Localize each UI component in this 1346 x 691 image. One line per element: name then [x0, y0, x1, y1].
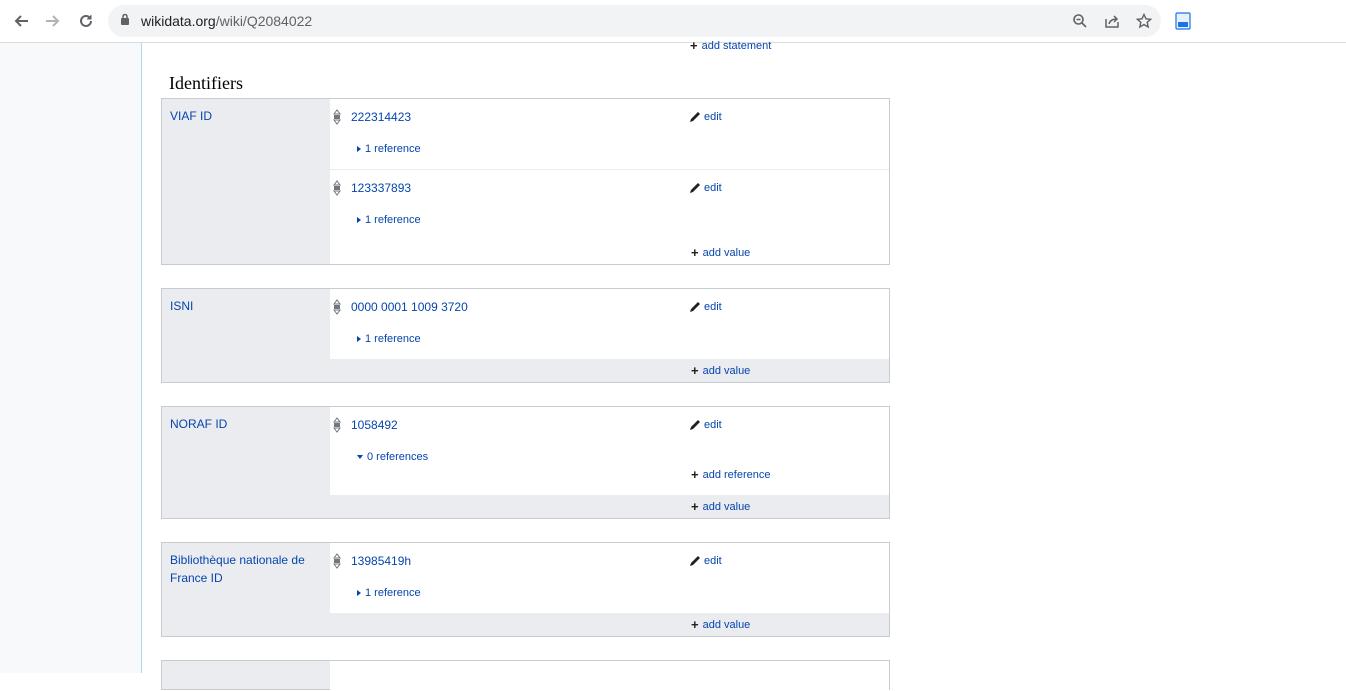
- pencil-icon: [690, 302, 700, 312]
- add-value-link[interactable]: + add value: [691, 499, 751, 514]
- references-toggle[interactable]: 1 reference: [357, 143, 421, 155]
- statement-group-isni: ISNI 0000 0001 1009 3720 edit 1 referenc…: [161, 288, 890, 383]
- add-value-label: add value: [702, 247, 751, 259]
- reload-button[interactable]: [73, 8, 99, 34]
- references-toggle[interactable]: 0 references: [357, 451, 428, 463]
- forward-button[interactable]: [40, 8, 66, 34]
- statement-list: 222314423 edit 1 reference 123337893 edi…: [330, 99, 889, 264]
- statement-group-next: [161, 660, 890, 691]
- pencil-icon: [690, 183, 700, 193]
- statement-value[interactable]: 13985419h: [351, 554, 411, 568]
- references-label: 1 reference: [365, 587, 421, 599]
- statement-list: 0000 0001 1009 3720 edit 1 reference: [330, 289, 889, 359]
- add-value-label: add value: [702, 619, 751, 631]
- url-path: /wiki/Q2084022: [215, 13, 313, 29]
- plus-icon: +: [691, 245, 699, 260]
- pencil-icon: [690, 556, 700, 566]
- statement-value[interactable]: 1058492: [351, 418, 398, 432]
- statement-value[interactable]: 222314423: [351, 110, 411, 124]
- pencil-icon: [690, 420, 700, 430]
- references-toggle[interactable]: 1 reference: [357, 587, 421, 599]
- reload-icon: [80, 14, 92, 27]
- edit-label: edit: [704, 181, 722, 194]
- add-statement-label: add statement: [701, 40, 772, 52]
- references-label: 1 reference: [365, 143, 421, 155]
- expand-triangle-icon: [357, 217, 361, 223]
- edit-link[interactable]: edit: [689, 110, 722, 123]
- main-content: + add statement Identifiers VIAF ID 2223…: [141, 38, 1346, 691]
- references-label: 1 reference: [365, 214, 421, 226]
- add-value-label: add value: [702, 501, 751, 513]
- add-statement-link[interactable]: + add statement: [690, 38, 772, 53]
- plus-icon: +: [691, 617, 699, 632]
- edit-link[interactable]: edit: [689, 554, 722, 567]
- url-text: wikidata.org/wiki/Q2084022: [141, 13, 312, 29]
- add-value-link[interactable]: + add value: [691, 617, 751, 632]
- share-icon[interactable]: [1103, 12, 1121, 30]
- statement: 1058492 edit 0 references + add reference: [330, 407, 889, 495]
- references-label: 0 references: [367, 451, 429, 463]
- property-label-noraf[interactable]: NORAF ID: [162, 407, 330, 441]
- statement: 0000 0001 1009 3720 edit 1 reference: [330, 289, 889, 359]
- address-bar[interactable]: wikidata.org/wiki/Q2084022: [108, 5, 1161, 37]
- plus-icon: +: [691, 467, 699, 482]
- lock-icon: [120, 13, 130, 31]
- add-reference-label: add reference: [702, 469, 771, 481]
- collapse-triangle-icon: [357, 455, 363, 459]
- statement-group-bnf: Bibliothèque nationale de France ID 1398…: [161, 542, 890, 637]
- pencil-icon: [690, 112, 700, 122]
- references-label: 1 reference: [365, 333, 421, 345]
- zoom-icon[interactable]: [1071, 12, 1089, 30]
- statement-list: 13985419h edit 1 reference: [330, 543, 889, 613]
- edit-link[interactable]: edit: [689, 300, 722, 313]
- plus-icon: +: [691, 499, 699, 514]
- expand-triangle-icon: [357, 146, 361, 152]
- statement-value[interactable]: 123337893: [351, 181, 411, 195]
- edit-link[interactable]: edit: [689, 418, 722, 431]
- browser-toolbar: wikidata.org/wiki/Q2084022: [0, 0, 1346, 43]
- url-host: wikidata.org: [141, 13, 216, 29]
- rank-icon[interactable]: [333, 417, 341, 438]
- add-value-link[interactable]: + add value: [691, 363, 751, 378]
- statement: 13985419h edit 1 reference: [330, 543, 889, 613]
- statement-value[interactable]: 0000 0001 1009 3720: [351, 300, 468, 314]
- statement-group-noraf: NORAF ID 1058492 edit 0 references + add …: [161, 406, 890, 519]
- plus-icon: +: [690, 38, 698, 53]
- statement-group-viaf: VIAF ID 222314423 edit 1 reference 12333…: [161, 98, 890, 265]
- rank-icon[interactable]: [333, 109, 341, 130]
- expand-triangle-icon: [357, 336, 361, 342]
- statement: 123337893 edit 1 reference: [330, 170, 889, 241]
- forward-arrow-icon: [46, 15, 60, 27]
- back-button[interactable]: [8, 8, 34, 34]
- property-label-isni[interactable]: ISNI: [162, 289, 330, 323]
- statement-list: [330, 661, 889, 691]
- rank-icon[interactable]: [333, 180, 341, 201]
- references-toggle[interactable]: 1 reference: [357, 214, 421, 226]
- plus-icon: +: [691, 363, 699, 378]
- property-label-viaf[interactable]: VIAF ID: [162, 99, 330, 133]
- edit-link[interactable]: edit: [689, 181, 722, 194]
- rank-icon[interactable]: [333, 299, 341, 320]
- page-background: + add statement Identifiers VIAF ID 2223…: [0, 38, 1346, 691]
- statement: 222314423 edit 1 reference: [330, 99, 889, 170]
- document-extension-icon[interactable]: [1175, 12, 1191, 35]
- rank-icon[interactable]: [333, 553, 341, 574]
- edit-label: edit: [704, 554, 722, 567]
- section-heading-identifiers: Identifiers: [169, 73, 243, 93]
- expand-triangle-icon: [357, 590, 361, 596]
- property-label-bnf[interactable]: Bibliothèque nationale de France ID: [162, 543, 330, 595]
- references-toggle[interactable]: 1 reference: [357, 333, 421, 345]
- bookmark-star-icon[interactable]: [1135, 12, 1153, 30]
- edit-label: edit: [704, 110, 722, 123]
- add-reference-link[interactable]: + add reference: [691, 467, 771, 482]
- edit-label: edit: [704, 300, 722, 313]
- back-arrow-icon: [14, 15, 28, 27]
- statement-list: 1058492 edit 0 references + add reference: [330, 407, 889, 495]
- edit-label: edit: [704, 418, 722, 431]
- add-value-link[interactable]: + add value: [691, 245, 751, 260]
- add-value-label: add value: [702, 365, 751, 377]
